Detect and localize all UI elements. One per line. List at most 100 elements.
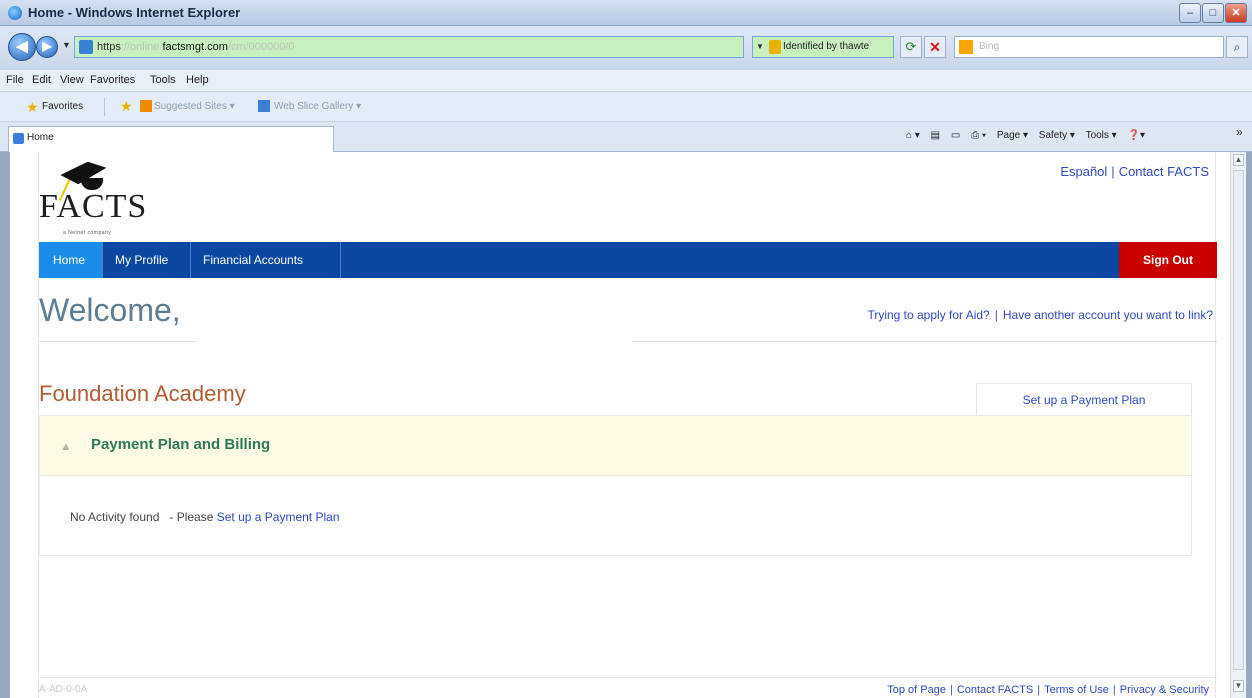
web-slice-icon (258, 100, 270, 112)
search-icon[interactable]: ⌕ (1226, 36, 1248, 58)
setup-payment-plan-link[interactable]: Set up a Payment Plan (217, 510, 340, 524)
privacy-link[interactable]: Privacy & Security (1120, 684, 1209, 696)
url-blurred-prefix: ://online. (120, 41, 163, 53)
identity-dropdown-icon: ▼ (756, 42, 764, 51)
footer-contact-link[interactable]: Contact FACTS (957, 684, 1033, 696)
tools-menu[interactable]: Tools ▾ (1086, 130, 1117, 141)
command-bar: ⌂ ▾ ▤ ▭ ⎙ ▾ Page ▾ Safety ▾ Tools ▾ ❓▾ (906, 130, 1153, 141)
divider (104, 98, 105, 116)
vertical-scrollbar[interactable]: ▲ ▼ (1230, 152, 1246, 698)
divider (632, 341, 1217, 342)
add-favorite-icon[interactable]: ★ (120, 98, 133, 115)
url-protocol: https (97, 41, 121, 53)
link-separator: | (1111, 164, 1115, 179)
nav-home[interactable]: Home (39, 242, 103, 278)
scroll-down-icon[interactable]: ▼ (1233, 680, 1244, 692)
history-dropdown-icon[interactable]: ▼ (62, 40, 71, 50)
footer-links: Top of Page | Contact FACTS | Terms of Use | P… (887, 684, 1209, 696)
footer-code: A-AD-0-0A (39, 684, 88, 695)
scroll-up-icon[interactable]: ▲ (1233, 154, 1244, 166)
url-domain: factsmgt.com (162, 41, 228, 53)
main-nav: Home My Profile Financial Accounts Sign … (39, 242, 1217, 278)
setup-payment-plan-tab[interactable]: Set up a Payment Plan (976, 383, 1192, 415)
security-identity-button[interactable]: ▼ Identified by thawte (752, 36, 894, 58)
menu-tools[interactable]: Tools (150, 74, 176, 86)
search-placeholder: Bing (979, 41, 1000, 52)
school-name: Foundation Academy (39, 381, 246, 406)
nav-my-profile[interactable]: My Profile (103, 242, 191, 278)
link-account-link[interactable]: Have another account you want to link? (1003, 308, 1213, 322)
link-separator: | (949, 684, 953, 696)
terms-link[interactable]: Terms of Use (1044, 684, 1109, 696)
ie-icon (8, 6, 22, 20)
stop-icon[interactable]: ✕ (924, 36, 946, 58)
address-input[interactable]: https://online.factsmgt.com/cm/000000/0 (74, 36, 744, 58)
feeds-icon[interactable]: ▤ (931, 130, 940, 141)
no-activity-text: No Activity found - Please (70, 510, 217, 524)
logo-subtitle: a Nelnet company (63, 230, 112, 236)
facts-logo[interactable]: FACTS a Nelnet company (39, 160, 179, 238)
collapse-chevron-icon[interactable]: ▲ (60, 439, 72, 453)
print-icon[interactable]: ⎙ ▾ (971, 130, 986, 141)
page-viewport: FACTS a Nelnet company Español | Contact F… (10, 152, 1230, 698)
menu-file[interactable]: File (6, 74, 24, 86)
scroll-thumb[interactable] (1233, 170, 1244, 670)
nav-financial-accounts[interactable]: Financial Accounts (191, 242, 341, 278)
identity-label: Identified by thawte (783, 41, 870, 52)
contact-facts-link[interactable]: Contact FACTS (1119, 164, 1209, 179)
menu-bar: File Edit View Favorites Tools Help (0, 70, 1252, 92)
read-mail-icon[interactable]: ▭ (951, 130, 960, 141)
window-title: Home - Windows Internet Explorer (28, 5, 241, 20)
top-links: Español | Contact FACTS (1060, 164, 1209, 179)
logo-text: FACTS (39, 188, 148, 225)
tab-bar: Home ⌂ ▾ ▤ ▭ ⎙ ▾ Page ▾ Safety ▾ Tools ▾… (0, 122, 1252, 152)
window-titlebar: Home - Windows Internet Explorer – □ ✕ (0, 0, 1252, 26)
web-slice-gallery-button[interactable]: Web Slice Gallery ▾ (274, 101, 361, 112)
payment-plan-panel: ▲ Payment Plan and Billing No Activity f… (39, 415, 1192, 556)
bing-icon (959, 40, 973, 54)
favorites-star-icon[interactable]: ★ (26, 99, 39, 116)
close-button[interactable]: ✕ (1225, 3, 1247, 23)
panel-title: Payment Plan and Billing (91, 436, 271, 453)
back-button[interactable]: ◀ (8, 33, 36, 61)
address-toolbar: ◀ ▶ ▼ https://online.factsmgt.com/cm/000… (0, 26, 1252, 70)
tab-label: Home (27, 132, 54, 143)
menu-help[interactable]: Help (186, 74, 209, 86)
aid-links: Trying to apply for Aid? | Have another ac… (867, 308, 1213, 322)
tab-home[interactable]: Home (8, 126, 334, 152)
top-of-page-link[interactable]: Top of Page (887, 684, 946, 696)
link-separator: | (1112, 684, 1116, 696)
minimize-button[interactable]: – (1179, 3, 1201, 23)
welcome-heading: Welcome, (39, 292, 181, 328)
link-separator: | (1037, 684, 1041, 696)
search-input[interactable]: Bing (954, 36, 1224, 58)
menu-view[interactable]: View (60, 74, 84, 86)
forward-button[interactable]: ▶ (36, 36, 58, 58)
page-icon (13, 133, 24, 144)
divider (39, 341, 197, 342)
page-menu[interactable]: Page ▾ (997, 130, 1028, 141)
safety-menu[interactable]: Safety ▾ (1039, 130, 1075, 141)
favorites-button[interactable]: Favorites (42, 101, 83, 112)
espanol-link[interactable]: Español (1060, 164, 1107, 179)
favorites-bar: ★ Favorites ★ Suggested Sites ▾ Web Slic… (0, 92, 1252, 122)
sign-out-button[interactable]: Sign Out (1119, 242, 1217, 278)
menu-edit[interactable]: Edit (32, 74, 51, 86)
page-icon (79, 40, 93, 54)
help-icon[interactable]: ❓▾ (1128, 130, 1145, 141)
menu-favorites[interactable]: Favorites (90, 74, 135, 86)
chevron-right-icon[interactable]: » (1236, 125, 1243, 139)
no-activity-message: No Activity found - Please Set up a Paym… (70, 510, 340, 524)
suggested-sites-button[interactable]: Suggested Sites ▾ (154, 101, 235, 112)
lock-icon (769, 40, 781, 54)
apply-aid-link[interactable]: Trying to apply for Aid? (867, 308, 989, 322)
refresh-icon[interactable]: ⟳ (900, 36, 922, 58)
maximize-button[interactable]: □ (1202, 3, 1224, 23)
home-icon[interactable]: ⌂ ▾ (906, 130, 920, 141)
divider (39, 677, 1217, 678)
page-frame: FACTS a Nelnet company Español | Contact F… (38, 152, 1217, 698)
panel-header[interactable]: ▲ Payment Plan and Billing (40, 416, 1191, 476)
link-separator: | (994, 308, 998, 322)
url-blurred-suffix: /cm/000000/0 (227, 41, 295, 53)
suggested-sites-icon (140, 100, 152, 112)
